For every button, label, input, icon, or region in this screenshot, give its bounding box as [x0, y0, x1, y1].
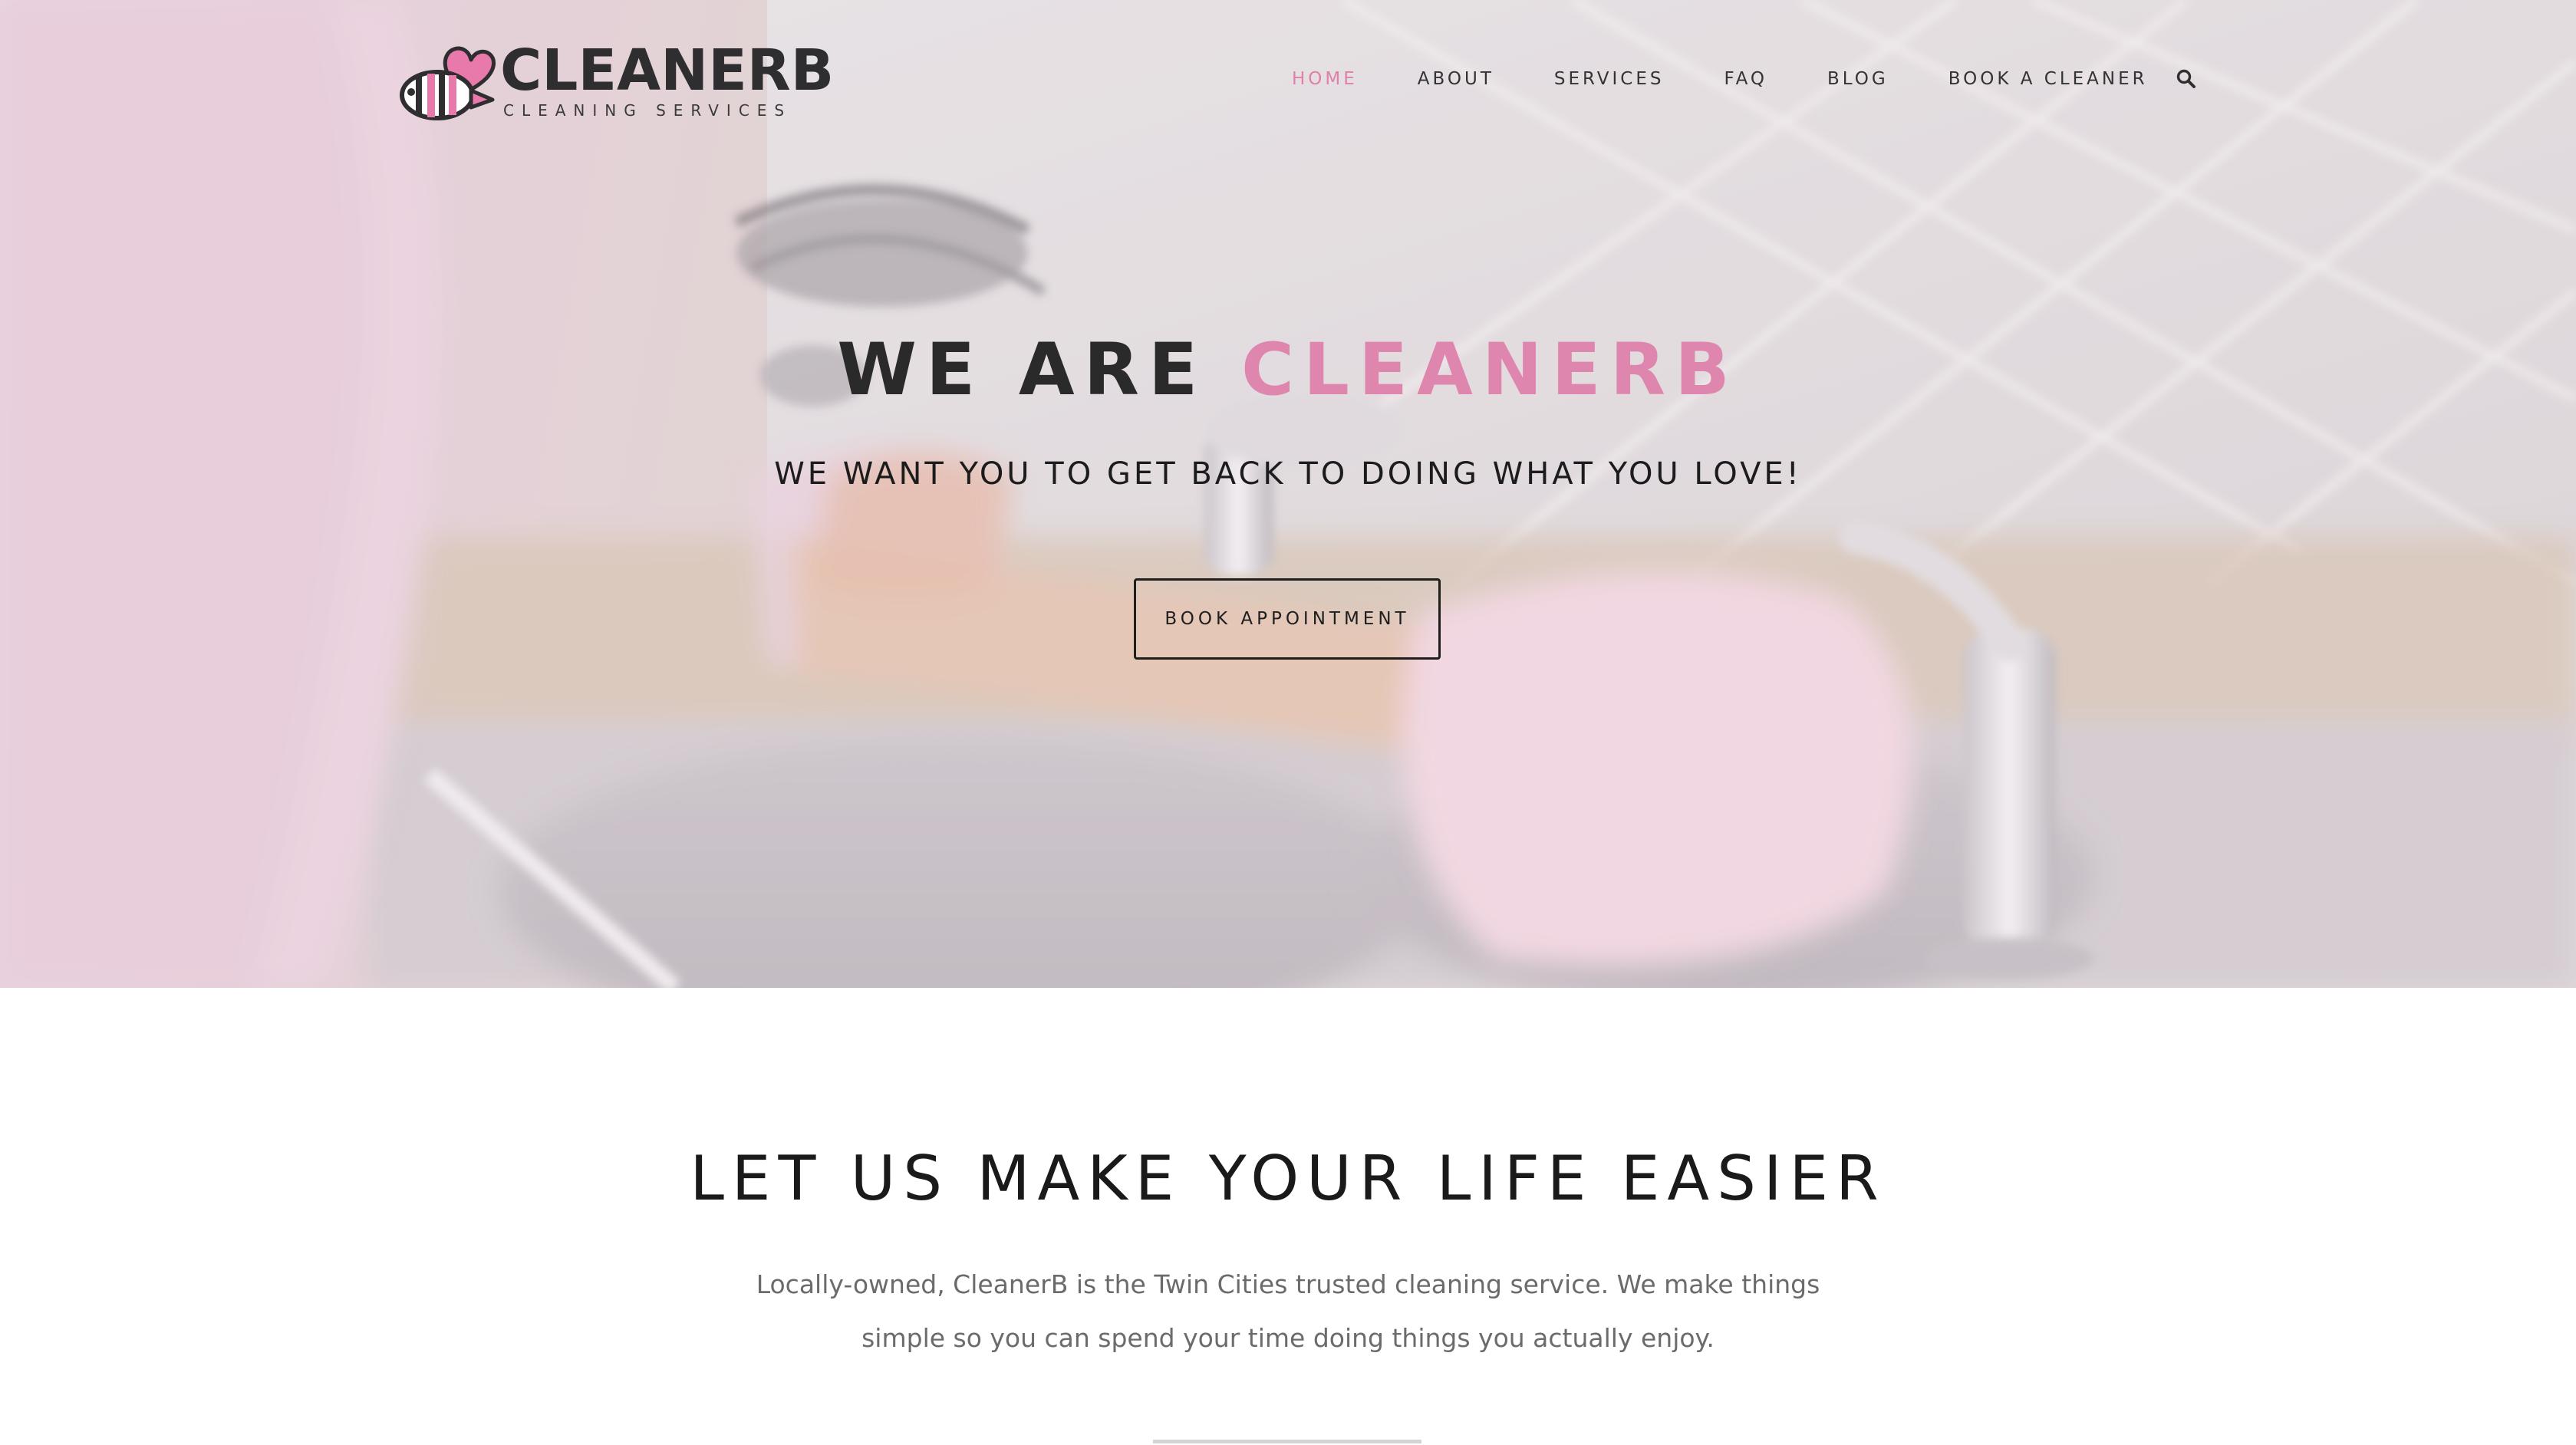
nav-item-blog[interactable]: BLOG [1827, 67, 1889, 91]
hero-banner: CLEANERB CLEANING SERVICES HOME ABOUT SE… [0, 0, 2576, 988]
book-appointment-button[interactable]: BOOK APPOINTMENT [1134, 578, 1441, 660]
brand-name: CLEANERB [500, 38, 835, 104]
main-navigation: HOME ABOUT SERVICES FAQ BLOG BOOK A CLEA… [1292, 67, 2197, 91]
nav-item-faq[interactable]: FAQ [1724, 67, 1767, 91]
section-divider [1153, 1440, 1421, 1443]
nav-item-book-a-cleaner[interactable]: BOOK A CLEANER [1948, 67, 2148, 91]
site-logo[interactable]: CLEANERB CLEANING SERVICES [397, 37, 834, 123]
nav-item-services[interactable]: SERVICES [1554, 67, 1665, 91]
hero-title-lead: WE ARE [837, 328, 1207, 412]
search-icon[interactable] [2176, 68, 2197, 90]
bee-heart-logo-icon [400, 46, 496, 120]
hero-title-accent: CLEANERB [1240, 328, 1739, 412]
hero-title: WE ARE CLEANERB [0, 321, 2576, 420]
nav-item-home[interactable]: HOME [1292, 67, 1358, 91]
section-heading: LET US MAKE YOUR LIFE EASIER [690, 1143, 1886, 1214]
hero-subtitle: WE WANT YOU TO GET BACK TO DOING WHAT YO… [774, 456, 1802, 492]
section-description: Locally-owned, CleanerB is the Twin Citi… [756, 1269, 1820, 1353]
brand-tagline: CLEANING SERVICES [503, 101, 792, 120]
nav-item-about[interactable]: ABOUT [1418, 67, 1494, 91]
